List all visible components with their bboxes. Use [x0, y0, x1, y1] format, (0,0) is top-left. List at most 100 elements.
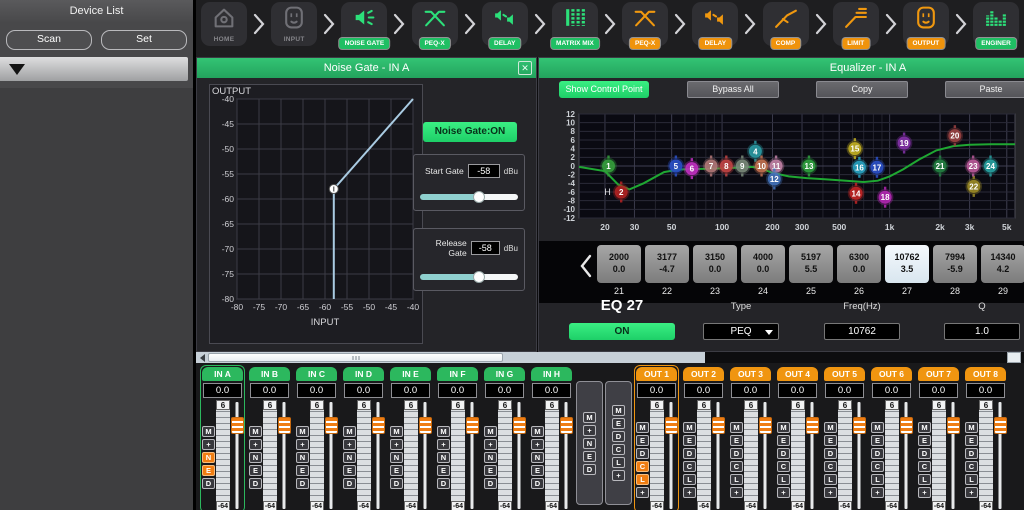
toolbar-step-output[interactable]: OUTPUT — [903, 2, 949, 46]
fader-track[interactable] — [712, 400, 724, 510]
freq-field[interactable]: 10762 — [824, 323, 900, 340]
channel-button-plus[interactable]: + — [202, 439, 215, 450]
channel-button-plus[interactable]: + — [583, 425, 596, 436]
channel-name[interactable]: OUT 1 — [636, 367, 677, 381]
channel-button-plus[interactable]: + — [683, 487, 696, 498]
channel-name[interactable]: OUT 4 — [777, 367, 818, 381]
slider-thumb[interactable] — [473, 191, 485, 203]
channel-button-e[interactable]: E — [871, 435, 884, 446]
channel-button-d[interactable]: D — [249, 478, 262, 489]
channel-button-plus[interactable]: + — [636, 487, 649, 498]
channel-gain-value[interactable]: 0.0 — [731, 383, 770, 398]
band-cell-25[interactable]: 51975.5 — [789, 245, 833, 283]
channel-button-e[interactable]: E — [824, 435, 837, 446]
channel-button-e[interactable]: E — [484, 465, 497, 476]
channel-gain-value[interactable]: 0.0 — [778, 383, 817, 398]
fader-handle[interactable] — [665, 417, 678, 434]
channel-button-m[interactable]: M — [730, 422, 743, 433]
toolbar-step-comp[interactable]: COMP — [763, 2, 809, 46]
device-dropdown[interactable] — [0, 57, 188, 81]
channel-name[interactable]: OUT 2 — [683, 367, 724, 381]
channel-button-c[interactable]: C — [824, 461, 837, 472]
fader-handle[interactable] — [419, 417, 432, 434]
channel-button-d[interactable]: D — [202, 478, 215, 489]
fader-track[interactable] — [806, 400, 818, 510]
channel-gain-value[interactable]: 0.0 — [297, 383, 336, 398]
toolbar-step-limit[interactable]: LIMIT — [833, 2, 879, 46]
fader-track[interactable] — [513, 400, 525, 510]
channel-button-d[interactable]: D — [583, 464, 596, 475]
channel-gain-value[interactable]: 0.0 — [344, 383, 383, 398]
channel-button-e[interactable]: E — [612, 418, 625, 429]
channel-button-d[interactable]: D — [824, 448, 837, 459]
channel-button-d[interactable]: D — [612, 431, 625, 442]
fader-handle[interactable] — [231, 417, 244, 434]
band-cell-28[interactable]: 7994-5.9 — [933, 245, 977, 283]
channel-button-e[interactable]: E — [965, 435, 978, 446]
channel-button-plus[interactable]: + — [437, 439, 450, 450]
fader-track[interactable] — [759, 400, 771, 510]
channel-gain-value[interactable]: 0.0 — [250, 383, 289, 398]
channel-button-m[interactable]: M — [583, 412, 596, 423]
toolbar-step-home[interactable]: HOME — [201, 2, 247, 46]
channel-button-l[interactable]: L — [612, 457, 625, 468]
channel-button-plus[interactable]: + — [612, 470, 625, 481]
channel-button-m[interactable]: M — [202, 426, 215, 437]
equalizer-curve-plot[interactable]: 121086420-2-4-6-8-10-1220305010020030050… — [551, 110, 1023, 236]
channel-button-plus[interactable]: + — [730, 487, 743, 498]
scrollbar-thumb[interactable] — [208, 353, 503, 362]
channel-button-plus[interactable]: + — [531, 439, 544, 450]
channel-button-m[interactable]: M — [343, 426, 356, 437]
channel-gain-value[interactable]: 0.0 — [203, 383, 242, 398]
noise-gate-graph[interactable]: -40-45-50-55-60-65-70-75-80-80-75-70-65-… — [209, 84, 423, 344]
band-cell-27[interactable]: 107623.5 — [885, 245, 929, 283]
slider-thumb[interactable] — [473, 271, 485, 283]
release-gate-slider[interactable] — [420, 274, 518, 280]
channel-name[interactable]: IN A — [202, 367, 243, 381]
channel-button-c[interactable]: C — [871, 461, 884, 472]
channel-button-plus[interactable]: + — [824, 487, 837, 498]
release-gate-value[interactable]: -58 — [471, 241, 500, 255]
channel-button-plus[interactable]: + — [965, 487, 978, 498]
channel-button-m[interactable]: M — [437, 426, 450, 437]
channel-button-m[interactable]: M — [636, 422, 649, 433]
channel-button-e[interactable]: E — [636, 435, 649, 446]
channel-button-m[interactable]: M — [531, 426, 544, 437]
fader-track[interactable] — [466, 400, 478, 510]
eq-on-button[interactable]: ON — [569, 323, 675, 340]
band-cell-22[interactable]: 3177-4.7 — [645, 245, 689, 283]
channel-gain-value[interactable]: 0.0 — [532, 383, 571, 398]
band-cell-21[interactable]: 20000.0 — [597, 245, 641, 283]
channel-button-e[interactable]: E — [683, 435, 696, 446]
channel-button-plus[interactable]: + — [343, 439, 356, 450]
fader-handle[interactable] — [372, 417, 385, 434]
toolbar-step-enginer[interactable]: ENGINER — [973, 2, 1019, 46]
channel-button-m[interactable]: M — [612, 405, 625, 416]
channel-name[interactable]: IN C — [296, 367, 337, 381]
channel-name[interactable]: IN H — [531, 367, 572, 381]
channel-gain-value[interactable]: 0.0 — [825, 383, 864, 398]
channel-gain-value[interactable]: 0.0 — [872, 383, 911, 398]
channel-name[interactable]: IN E — [390, 367, 431, 381]
scroll-left-icon[interactable] — [579, 253, 597, 284]
horizontal-scrollbar[interactable] — [196, 352, 705, 363]
channel-button-l[interactable]: L — [965, 474, 978, 485]
fader-handle[interactable] — [994, 417, 1007, 434]
channel-name[interactable]: OUT 8 — [965, 367, 1006, 381]
channel-button-d[interactable]: D — [636, 448, 649, 459]
channel-button-n[interactable]: N — [437, 452, 450, 463]
channel-button-c[interactable]: C — [918, 461, 931, 472]
channel-button-c[interactable]: C — [965, 461, 978, 472]
fader-track[interactable] — [994, 400, 1006, 510]
channel-button-plus[interactable]: + — [484, 439, 497, 450]
channel-button-l[interactable]: L — [730, 474, 743, 485]
toolbar-step-delay[interactable]: DELAY — [692, 2, 738, 46]
channel-button-c[interactable]: C — [612, 444, 625, 455]
channel-button-n[interactable]: N — [343, 452, 356, 463]
channel-button-l[interactable]: L — [636, 474, 649, 485]
channel-button-l[interactable]: L — [918, 474, 931, 485]
fader-track[interactable] — [853, 400, 865, 510]
channel-button-l[interactable]: L — [871, 474, 884, 485]
toolbar-step-matrix-mix[interactable]: MATRIX MIX — [552, 2, 598, 46]
channel-button-n[interactable]: N — [484, 452, 497, 463]
